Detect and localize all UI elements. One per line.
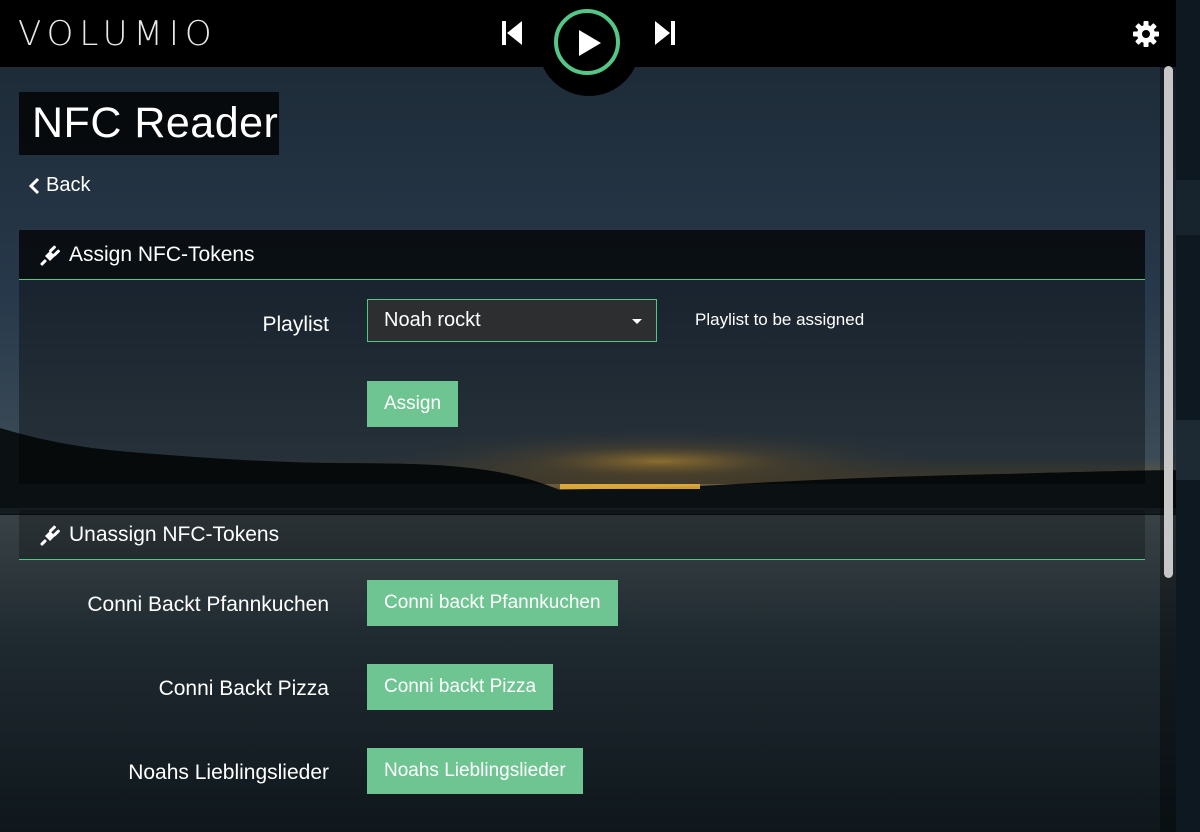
skip-back-icon [502, 21, 522, 45]
unassign-token-button[interactable]: Conni backt Pfannkuchen [367, 580, 618, 626]
volumio-logo[interactable]: VOLUMIO [18, 14, 218, 54]
back-link[interactable]: Back [28, 174, 90, 197]
unassign-token-button[interactable]: Noahs Lieblingslieder [367, 748, 583, 794]
assign-section-header: Assign NFC-Tokens [19, 230, 1145, 280]
chevron-left-icon [28, 177, 40, 194]
next-track-button[interactable] [653, 19, 677, 47]
skip-forward-icon [655, 21, 675, 45]
adjacent-window-edge [1176, 0, 1200, 832]
unassign-token-button[interactable]: Conni backt Pizza [367, 664, 554, 710]
playlist-label: Playlist [262, 313, 329, 336]
back-label: Back [46, 174, 91, 196]
settings-button[interactable] [1132, 20, 1160, 48]
previous-track-button[interactable] [500, 19, 524, 47]
playlist-help-text: Playlist to be assigned [695, 310, 865, 329]
assign-button[interactable]: Assign [367, 381, 459, 427]
scrollbar-thumb[interactable] [1164, 66, 1173, 578]
gear-icon [1133, 21, 1159, 47]
unassign-section-header: Unassign NFC-Tokens [19, 510, 1145, 560]
plug-icon [40, 245, 60, 266]
playlist-select[interactable]: Noah rockt [367, 299, 657, 342]
play-icon [579, 30, 601, 56]
playlist-select-value: Noah rockt [384, 309, 481, 331]
page-title: NFC Reader [19, 92, 279, 155]
token-label: Conni Backt Pizza [158, 677, 329, 700]
token-label: Conni Backt Pfannkuchen [87, 593, 329, 616]
caret-down-icon [632, 319, 642, 324]
assign-section-title: Assign NFC-Tokens [69, 242, 255, 266]
play-button[interactable] [554, 9, 620, 75]
plug-icon [40, 525, 60, 546]
token-label: Noahs Lieblingslieder [128, 761, 329, 784]
unassign-section-title: Unassign NFC-Tokens [69, 522, 280, 546]
